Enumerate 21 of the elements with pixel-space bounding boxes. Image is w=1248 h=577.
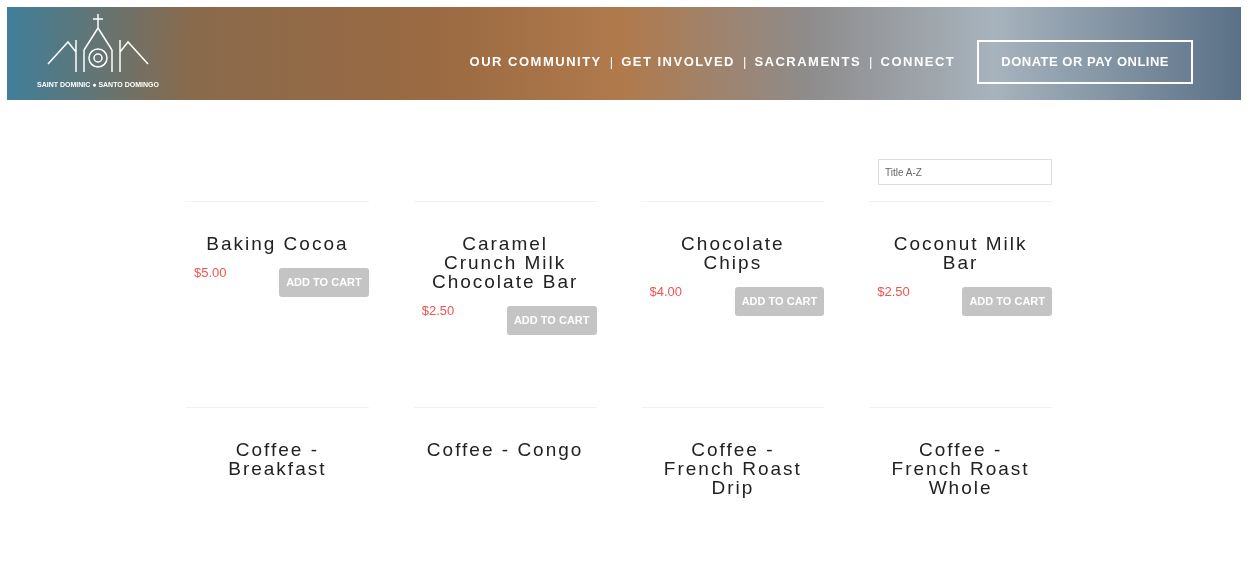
nav-link[interactable]: CONNECT — [880, 52, 956, 72]
nav-separator: | — [609, 53, 614, 71]
product-title[interactable]: Coffee - French Roast Drip — [641, 440, 825, 497]
product-title[interactable]: Coconut Milk Bar — [869, 234, 1052, 272]
product-price: $5.00 — [194, 264, 227, 282]
product-price: $4.00 — [649, 283, 683, 301]
product-title[interactable]: Chocolate Chips — [641, 234, 825, 272]
product-title[interactable]: Coffee - Congo — [413, 440, 597, 459]
product-price: $2.50 — [877, 283, 910, 301]
product-title[interactable]: Coffee - French Roast Whole — [869, 440, 1052, 497]
donate-button[interactable]: DONATE OR PAY ONLINE — [977, 40, 1193, 84]
product-price: $2.50 — [421, 302, 455, 320]
product-title[interactable]: Caramel Crunch Milk Chocolate Bar — [413, 234, 597, 291]
nav-separator: | — [869, 53, 873, 71]
product-title[interactable]: Coffee - Breakfast — [186, 440, 369, 478]
nav-link[interactable]: SACRAMENTS — [754, 52, 862, 72]
nav-link[interactable]: GET INVOLVED — [621, 52, 735, 72]
product-title[interactable]: Baking Cocoa — [186, 234, 369, 253]
nav-link[interactable]: OUR COMMUNITY — [469, 52, 602, 72]
sort-field[interactable]: Title A-Z — [878, 159, 1052, 185]
nav-separator: | — [743, 53, 747, 71]
